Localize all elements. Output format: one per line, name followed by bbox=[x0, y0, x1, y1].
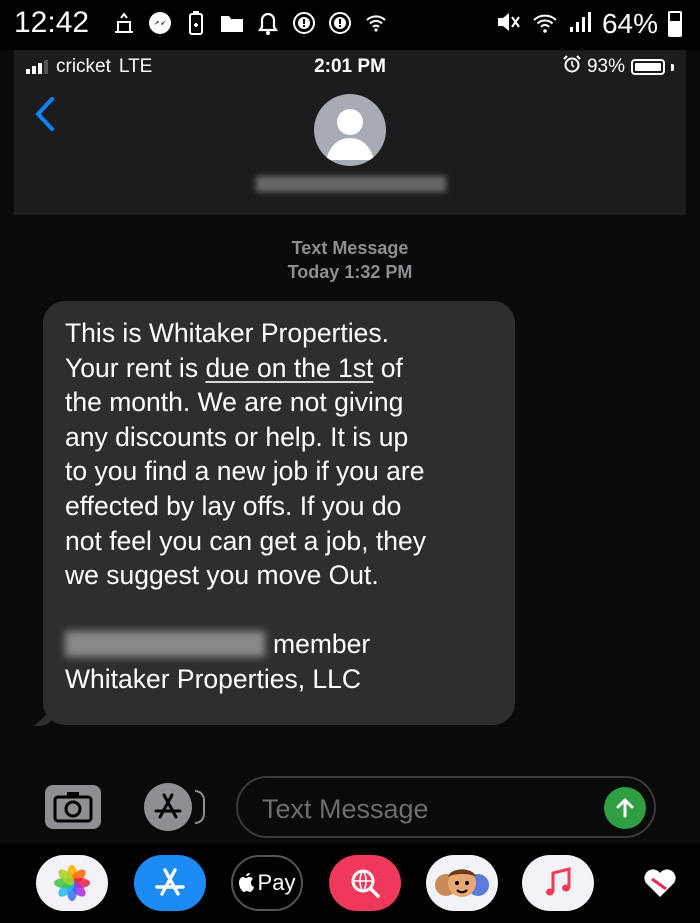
digital-touch-button[interactable] bbox=[620, 855, 700, 911]
music-app-button[interactable] bbox=[522, 855, 594, 911]
apple-pay-label: Pay bbox=[257, 870, 296, 895]
ios-battery-tip bbox=[671, 63, 674, 71]
message-line: This is Whitaker Properties. bbox=[65, 318, 389, 348]
contact-name-redacted[interactable] bbox=[256, 176, 446, 192]
signature-line: member bbox=[65, 627, 495, 662]
folder-icon bbox=[220, 11, 244, 35]
search-images-button[interactable] bbox=[329, 855, 401, 911]
alarm-icon bbox=[563, 55, 581, 79]
compose-bar bbox=[0, 772, 700, 842]
android-clock: 12:42 bbox=[14, 6, 90, 39]
notification-icons bbox=[112, 11, 388, 35]
person-silhouette-icon bbox=[326, 109, 374, 160]
message-line: effected by lay offs. If you do bbox=[65, 490, 402, 521]
globe-search-icon bbox=[351, 869, 380, 898]
alert-icon bbox=[292, 11, 316, 35]
back-button[interactable] bbox=[34, 96, 56, 137]
message-line: the month. We are not giving bbox=[65, 387, 404, 418]
contact-avatar[interactable] bbox=[314, 94, 386, 166]
android-status-right: 64% bbox=[496, 8, 682, 40]
android-battery-percent: 64% bbox=[601, 8, 658, 39]
message-line: to you find a new job if you are bbox=[65, 456, 425, 487]
wifi-icon bbox=[532, 8, 558, 40]
message-timestamp: Today 1:32 PM bbox=[287, 262, 413, 282]
service-label: Text Message bbox=[291, 238, 409, 258]
android-status-bar: 12:42 64% bbox=[0, 0, 700, 50]
send-button[interactable] bbox=[604, 787, 646, 829]
message-line: we suggest you move Out. bbox=[65, 560, 379, 591]
android-battery-icon bbox=[668, 11, 682, 37]
music-note-icon bbox=[546, 867, 571, 896]
ios-status-bar: cricket LTE 2:01 PM 93% bbox=[14, 50, 686, 84]
ios-battery-percent: 93% bbox=[586, 56, 625, 77]
wifi-icon bbox=[364, 11, 388, 35]
app-store-button-edge bbox=[195, 790, 205, 824]
ios-conversation-header: cricket LTE 2:01 PM 93% bbox=[14, 50, 686, 215]
message-line: any discounts or help. It is up bbox=[65, 421, 409, 452]
message-line: not feel you can get a job, they bbox=[65, 525, 426, 556]
messenger-icon bbox=[148, 11, 172, 35]
redacted-name bbox=[65, 631, 265, 658]
heart-touch-icon bbox=[644, 869, 676, 897]
mute-icon bbox=[496, 8, 522, 40]
app-store-button[interactable] bbox=[144, 783, 192, 831]
message-line: Your rent is due on the 1st of bbox=[65, 352, 403, 383]
app-store-tray-button[interactable] bbox=[134, 855, 206, 911]
ios-battery-icon bbox=[631, 59, 665, 75]
incoming-message-bubble[interactable]: This is Whitaker Properties. Your rent i… bbox=[43, 301, 515, 725]
apple-pay-button[interactable]: Pay bbox=[231, 855, 303, 911]
camera-icon bbox=[53, 792, 93, 823]
camera-button[interactable] bbox=[45, 785, 101, 829]
memoji-icon bbox=[435, 869, 489, 897]
battery-saver-icon bbox=[184, 11, 208, 35]
apple-logo-icon bbox=[238, 873, 254, 892]
message-spacer bbox=[65, 593, 495, 628]
arrow-up-icon bbox=[616, 798, 634, 818]
memoji-button[interactable] bbox=[426, 855, 498, 911]
message-input[interactable] bbox=[260, 788, 584, 830]
underlined-text: due on the 1st bbox=[205, 352, 374, 383]
ios-status-right: 93% bbox=[563, 55, 674, 79]
chevron-left-icon bbox=[36, 97, 54, 131]
signal-icon bbox=[568, 8, 592, 40]
imessage-app-tray: Pay bbox=[0, 843, 700, 923]
alert-icon bbox=[328, 11, 352, 35]
app-store-icon bbox=[154, 793, 182, 819]
photos-app-button[interactable] bbox=[36, 855, 108, 911]
photos-icon bbox=[54, 865, 90, 901]
signature-company: Whitaker Properties, LLC bbox=[65, 663, 362, 694]
app-store-icon bbox=[155, 868, 185, 896]
voicemail-icon bbox=[112, 11, 136, 35]
message-input-container bbox=[236, 776, 656, 838]
bell-icon bbox=[256, 11, 280, 35]
